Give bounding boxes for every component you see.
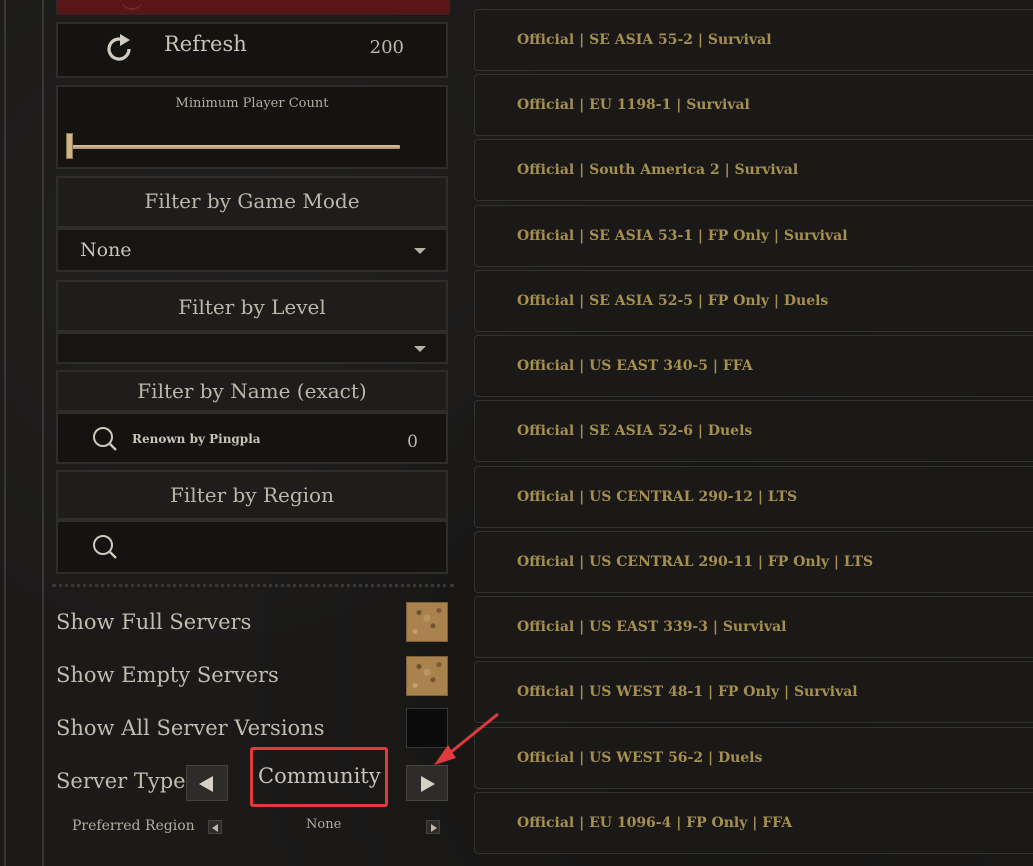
server-row[interactable]: Official | US WEST 48-1 | FP Only | Surv… — [474, 661, 1033, 723]
level-header: Filter by Level — [56, 280, 448, 332]
server-name: Official | SE ASIA 52-6 | Duels — [517, 423, 753, 439]
preferred-region-prev-button[interactable] — [208, 820, 222, 834]
server-row[interactable]: Official | EU 1198-1 | Survival — [474, 74, 1033, 136]
server-name: Official | US EAST 339-3 | Survival — [517, 619, 787, 635]
show-full-label: Show Full Servers — [56, 610, 252, 634]
server-name: Official | US WEST 56-2 | Duels — [517, 750, 763, 766]
show-empty-checkbox[interactable] — [406, 656, 448, 696]
highlight-annotation-box — [250, 747, 388, 807]
section-divider — [52, 584, 454, 591]
game-mode-value: None — [80, 239, 132, 261]
arrow-left-icon — [212, 824, 218, 832]
server-row[interactable]: Official | SE ASIA 55-2 | Survival — [474, 9, 1033, 71]
min-player-title: Minimum Player Count — [175, 96, 329, 111]
show-all-versions-label: Show All Server Versions — [56, 716, 325, 740]
show-empty-label: Show Empty Servers — [56, 663, 279, 687]
server-name: Official | US EAST 340-5 | FFA — [517, 358, 753, 374]
server-row[interactable]: Official | South America 2 | Survival — [474, 139, 1033, 201]
server-type-prev-button[interactable] — [186, 765, 228, 801]
preferred-region-next-button[interactable] — [426, 820, 440, 834]
server-row[interactable]: Official | US EAST 339-3 | Survival — [474, 596, 1033, 658]
server-type-label: Server Type — [56, 769, 186, 793]
server-row[interactable]: Official | SE ASIA 53-1 | FP Only | Surv… — [474, 205, 1033, 267]
left-rail — [4, 0, 6, 866]
server-row[interactable]: Official | EU 1096-4 | FP Only | FFA — [474, 792, 1033, 854]
server-row[interactable]: Official | US WEST 56-2 | Duels — [474, 727, 1033, 789]
min-player-slider-handle[interactable] — [66, 133, 73, 159]
region-search-field[interactable] — [56, 520, 448, 574]
server-row[interactable]: Official | US EAST 340-5 | FFA — [474, 335, 1033, 397]
refresh-label: Refresh — [164, 32, 247, 56]
search-icon — [93, 535, 117, 559]
server-name: Official | EU 1096-4 | FP Only | FFA — [517, 815, 793, 831]
name-header: Filter by Name (exact) — [56, 370, 448, 412]
region-header: Filter by Region — [56, 470, 448, 520]
min-player-panel: Minimum Player Count — [56, 85, 448, 169]
server-name: Official | South America 2 | Survival — [517, 162, 799, 178]
left-rail-inner — [42, 0, 44, 866]
refresh-button[interactable]: Refresh 200 — [56, 22, 448, 78]
preferred-region-label: Preferred Region — [72, 818, 195, 834]
server-row[interactable]: Official | US CENTRAL 290-11 | FP Only |… — [474, 531, 1033, 593]
show-all-versions-checkbox[interactable] — [406, 708, 448, 748]
preferred-region-value: None — [306, 817, 342, 832]
server-row[interactable]: Official | SE ASIA 52-6 | Duels — [474, 400, 1033, 462]
level-title: Filter by Level — [178, 295, 326, 319]
game-mode-title: Filter by Game Mode — [144, 189, 360, 213]
server-name: Official | SE ASIA 55-2 | Survival — [517, 32, 772, 48]
server-name: Official | EU 1198-1 | Survival — [517, 97, 750, 113]
server-row[interactable]: Official | US CENTRAL 290-12 | LTS — [474, 466, 1033, 528]
caret-down-icon — [414, 346, 426, 352]
arrow-right-icon — [421, 776, 435, 792]
refresh-icon — [107, 34, 131, 61]
server-count: 200 — [369, 37, 404, 58]
game-mode-dropdown[interactable]: None — [56, 228, 448, 272]
server-row[interactable]: Official | SE ASIA 52-5 | FP Only | Duel… — [474, 270, 1033, 332]
game-mode-header: Filter by Game Mode — [56, 176, 448, 228]
show-full-checkbox[interactable] — [406, 602, 448, 642]
name-search-input[interactable]: Renown by Pingplayer — [132, 432, 260, 446]
server-name: Official | US CENTRAL 290-12 | LTS — [517, 489, 798, 505]
region-title: Filter by Region — [170, 483, 334, 507]
caret-down-icon — [414, 248, 426, 254]
name-match-count: 0 — [407, 432, 418, 452]
arrow-right-icon — [431, 824, 437, 832]
min-player-slider-track[interactable] — [70, 145, 400, 149]
server-name: Official | SE ASIA 52-5 | FP Only | Duel… — [517, 293, 829, 309]
name-title: Filter by Name (exact) — [137, 379, 367, 403]
top-banner — [56, 0, 450, 15]
name-search-field[interactable]: Renown by Pingplayer 0 — [56, 412, 448, 464]
server-name: Official | US WEST 48-1 | FP Only | Surv… — [517, 684, 858, 700]
server-type-next-button[interactable] — [406, 765, 448, 801]
server-name: Official | SE ASIA 53-1 | FP Only | Surv… — [517, 228, 848, 244]
emblem-icon — [121, 0, 143, 10]
arrow-left-icon — [199, 776, 213, 792]
server-name: Official | US CENTRAL 290-11 | FP Only |… — [517, 554, 874, 570]
level-dropdown[interactable] — [56, 332, 448, 364]
search-icon — [93, 427, 117, 451]
